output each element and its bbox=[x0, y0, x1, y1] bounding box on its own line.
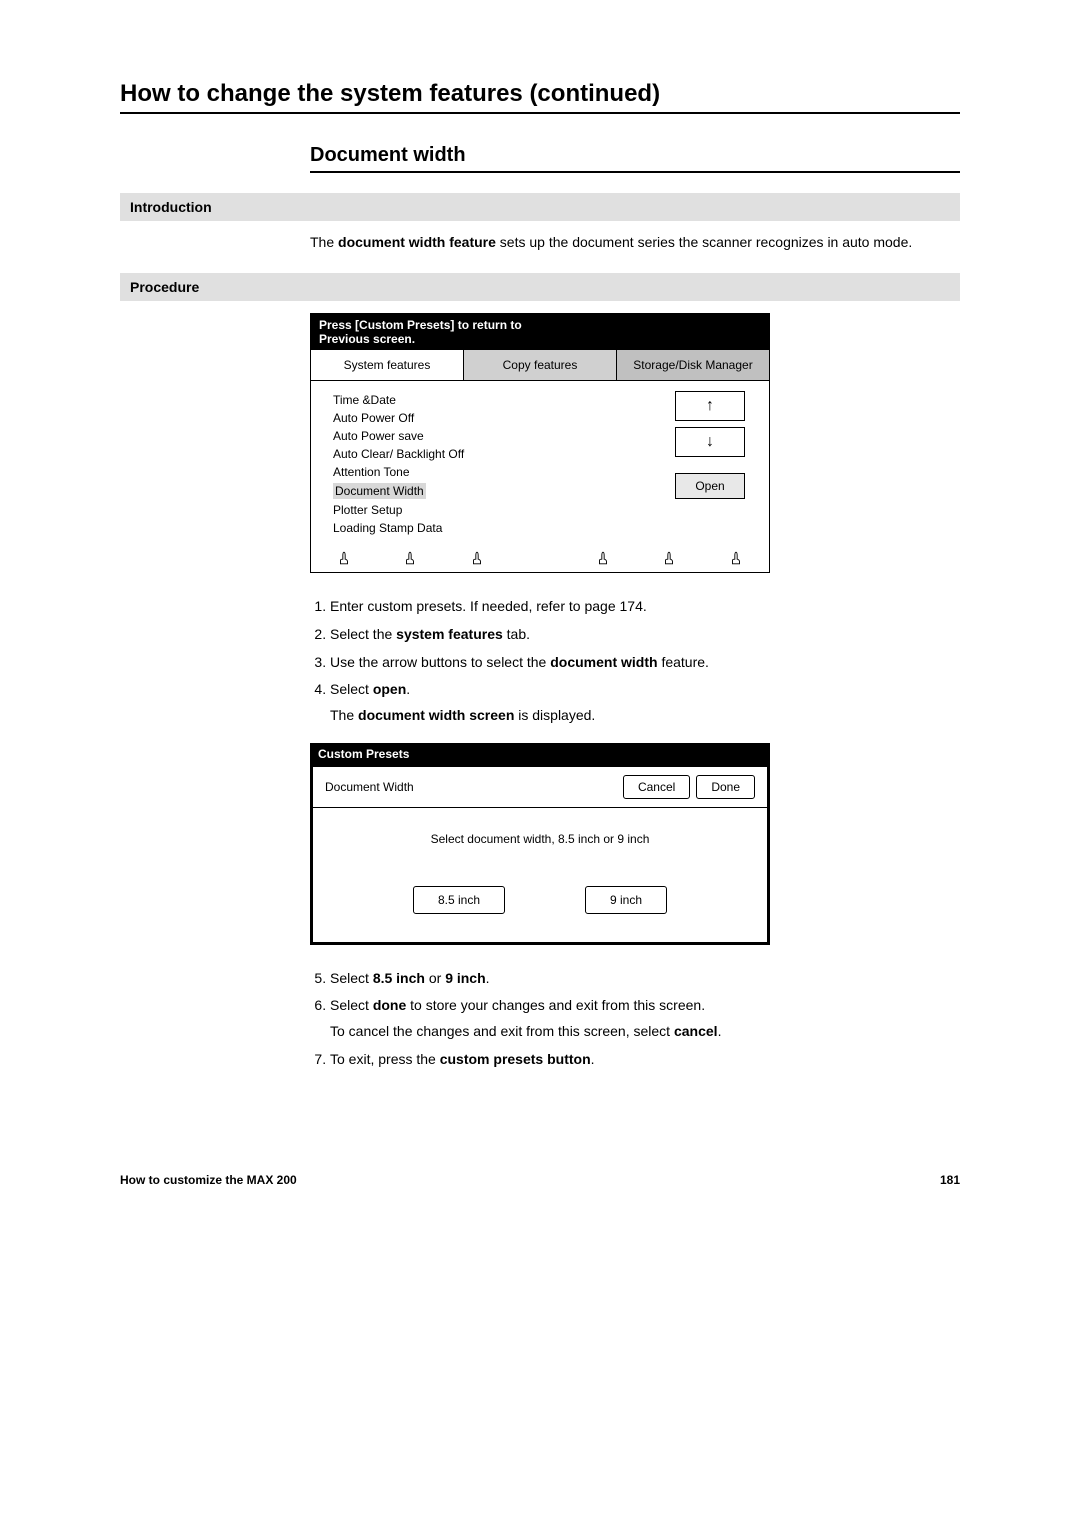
procedure-steps-b: Select 8.5 inch or 9 inch. Select done t… bbox=[330, 965, 960, 1073]
cp-header: Document Width Cancel Done bbox=[313, 767, 767, 808]
step-6: Select done to store your changes and ex… bbox=[330, 992, 960, 1045]
screen2-title: Custom Presets bbox=[310, 743, 770, 765]
step7-bold: custom presets button bbox=[440, 1051, 591, 1067]
procedure-label: Procedure bbox=[120, 273, 960, 301]
intro-pre: The bbox=[310, 234, 338, 250]
screen1-title: Press [Custom Presets] to return to Prev… bbox=[311, 314, 769, 351]
page-footer: How to customize the MAX 200 181 bbox=[120, 1173, 960, 1187]
step5-bold2: 9 inch bbox=[445, 970, 485, 986]
step6-bold: done bbox=[373, 997, 406, 1013]
step6-pre: Select bbox=[330, 997, 373, 1013]
tab-system-features[interactable]: System features bbox=[311, 350, 464, 380]
step-5: Select 8.5 inch or 9 inch. bbox=[330, 965, 960, 993]
cp-header-title: Document Width bbox=[325, 780, 414, 794]
finger-icon bbox=[471, 551, 483, 568]
list-item-selected[interactable]: Document Width bbox=[333, 481, 665, 501]
footer-left: How to customize the MAX 200 bbox=[120, 1173, 297, 1187]
step6-sub-pre: To cancel the changes and exit from this… bbox=[330, 1023, 674, 1039]
screen1-body: Time &Date Auto Power Off Auto Power sav… bbox=[311, 381, 769, 547]
choice-9-inch[interactable]: 9 inch bbox=[585, 886, 667, 914]
step5-post: . bbox=[486, 970, 490, 986]
tabs-row: System features Copy features Storage/Di… bbox=[311, 350, 769, 381]
list-highlight: Document Width bbox=[333, 483, 426, 499]
system-features-screen: Press [Custom Presets] to return to Prev… bbox=[310, 313, 770, 574]
arrows-column: ↑ ↓ Open bbox=[665, 391, 755, 537]
introduction-label: Introduction bbox=[120, 193, 960, 221]
step5-bold1: 8.5 inch bbox=[373, 970, 425, 986]
step4-pre: Select bbox=[330, 681, 373, 697]
step7-post: . bbox=[591, 1051, 595, 1067]
step-7: To exit, press the custom presets button… bbox=[330, 1046, 960, 1074]
step4-sub-post: is displayed. bbox=[514, 707, 595, 723]
step-2: Select the system features tab. bbox=[330, 621, 960, 649]
step6-post: to store your changes and exit from this… bbox=[406, 997, 705, 1013]
screen2-container: Custom Presets Document Width Cancel Don… bbox=[310, 743, 960, 944]
step3-post: feature. bbox=[658, 654, 709, 670]
cp-content: Select document width, 8.5 inch or 9 inc… bbox=[313, 808, 767, 942]
list-item[interactable]: Auto Power save bbox=[333, 427, 665, 445]
step4-post: . bbox=[406, 681, 410, 697]
screen1-title-l2: Previous screen. bbox=[319, 332, 415, 346]
step-1: Enter custom presets. If needed, refer t… bbox=[330, 593, 960, 621]
intro-bold: document width feature bbox=[338, 234, 496, 250]
step4-sub-bold: document width screen bbox=[358, 707, 514, 723]
step3-pre: Use the arrow buttons to select the bbox=[330, 654, 550, 670]
procedure-steps-a: Enter custom presets. If needed, refer t… bbox=[330, 593, 960, 729]
step6-sub-bold: cancel bbox=[674, 1023, 718, 1039]
list-item[interactable]: Plotter Setup bbox=[333, 501, 665, 519]
cp-choices: 8.5 inch 9 inch bbox=[333, 886, 747, 914]
section-title: Document width bbox=[310, 144, 960, 173]
step6-sub-post: . bbox=[718, 1023, 722, 1039]
step4-sub: The document width screen is displayed. bbox=[330, 706, 960, 726]
step-3: Use the arrow buttons to select the docu… bbox=[330, 649, 960, 677]
step2-post: tab. bbox=[503, 626, 530, 642]
list-item[interactable]: Time &Date bbox=[333, 391, 665, 409]
step4-sub-pre: The bbox=[330, 707, 358, 723]
choice-8-5-inch[interactable]: 8.5 inch bbox=[413, 886, 505, 914]
cp-buttons: Cancel Done bbox=[623, 775, 755, 799]
list-item[interactable]: Auto Power Off bbox=[333, 409, 665, 427]
arrow-down-button[interactable]: ↓ bbox=[675, 427, 745, 457]
introduction-text: The document width feature sets up the d… bbox=[310, 233, 960, 253]
open-button[interactable]: Open bbox=[675, 473, 745, 499]
cp-prompt: Select document width, 8.5 inch or 9 inc… bbox=[333, 832, 747, 846]
footer-page-number: 181 bbox=[940, 1173, 960, 1187]
custom-presets-screen: Custom Presets Document Width Cancel Don… bbox=[310, 743, 770, 944]
feature-list: Time &Date Auto Power Off Auto Power sav… bbox=[325, 391, 665, 537]
list-item[interactable]: Attention Tone bbox=[333, 463, 665, 481]
finger-icon bbox=[597, 551, 609, 568]
tab-storage-disk[interactable]: Storage/Disk Manager bbox=[617, 350, 769, 380]
done-button[interactable]: Done bbox=[696, 775, 755, 799]
arrow-up-button[interactable]: ↑ bbox=[675, 391, 745, 421]
screen1-container: Press [Custom Presets] to return to Prev… bbox=[310, 313, 960, 574]
finger-icon bbox=[730, 551, 742, 568]
finger-markers-row bbox=[311, 547, 769, 572]
finger-icon bbox=[338, 551, 350, 568]
finger-icon bbox=[663, 551, 675, 568]
screen1-title-l1: Press [Custom Presets] to return to bbox=[319, 318, 522, 332]
cancel-button[interactable]: Cancel bbox=[623, 775, 690, 799]
cp-body: Document Width Cancel Done Select docume… bbox=[310, 766, 770, 945]
finger-icon bbox=[404, 551, 416, 568]
step3-bold: document width bbox=[550, 654, 657, 670]
list-item[interactable]: Loading Stamp Data bbox=[333, 519, 665, 537]
step2-pre: Select the bbox=[330, 626, 396, 642]
page-title: How to change the system features (conti… bbox=[120, 80, 960, 114]
intro-post: sets up the document series the scanner … bbox=[496, 234, 912, 250]
step7-pre: To exit, press the bbox=[330, 1051, 440, 1067]
step5-mid: or bbox=[425, 970, 445, 986]
step6-sub: To cancel the changes and exit from this… bbox=[330, 1022, 960, 1042]
step5-pre: Select bbox=[330, 970, 373, 986]
step-4: Select open. The document width screen i… bbox=[330, 676, 960, 729]
tab-copy-features[interactable]: Copy features bbox=[464, 350, 617, 380]
step2-bold: system features bbox=[396, 626, 503, 642]
step4-bold: open bbox=[373, 681, 406, 697]
list-item[interactable]: Auto Clear/ Backlight Off bbox=[333, 445, 665, 463]
